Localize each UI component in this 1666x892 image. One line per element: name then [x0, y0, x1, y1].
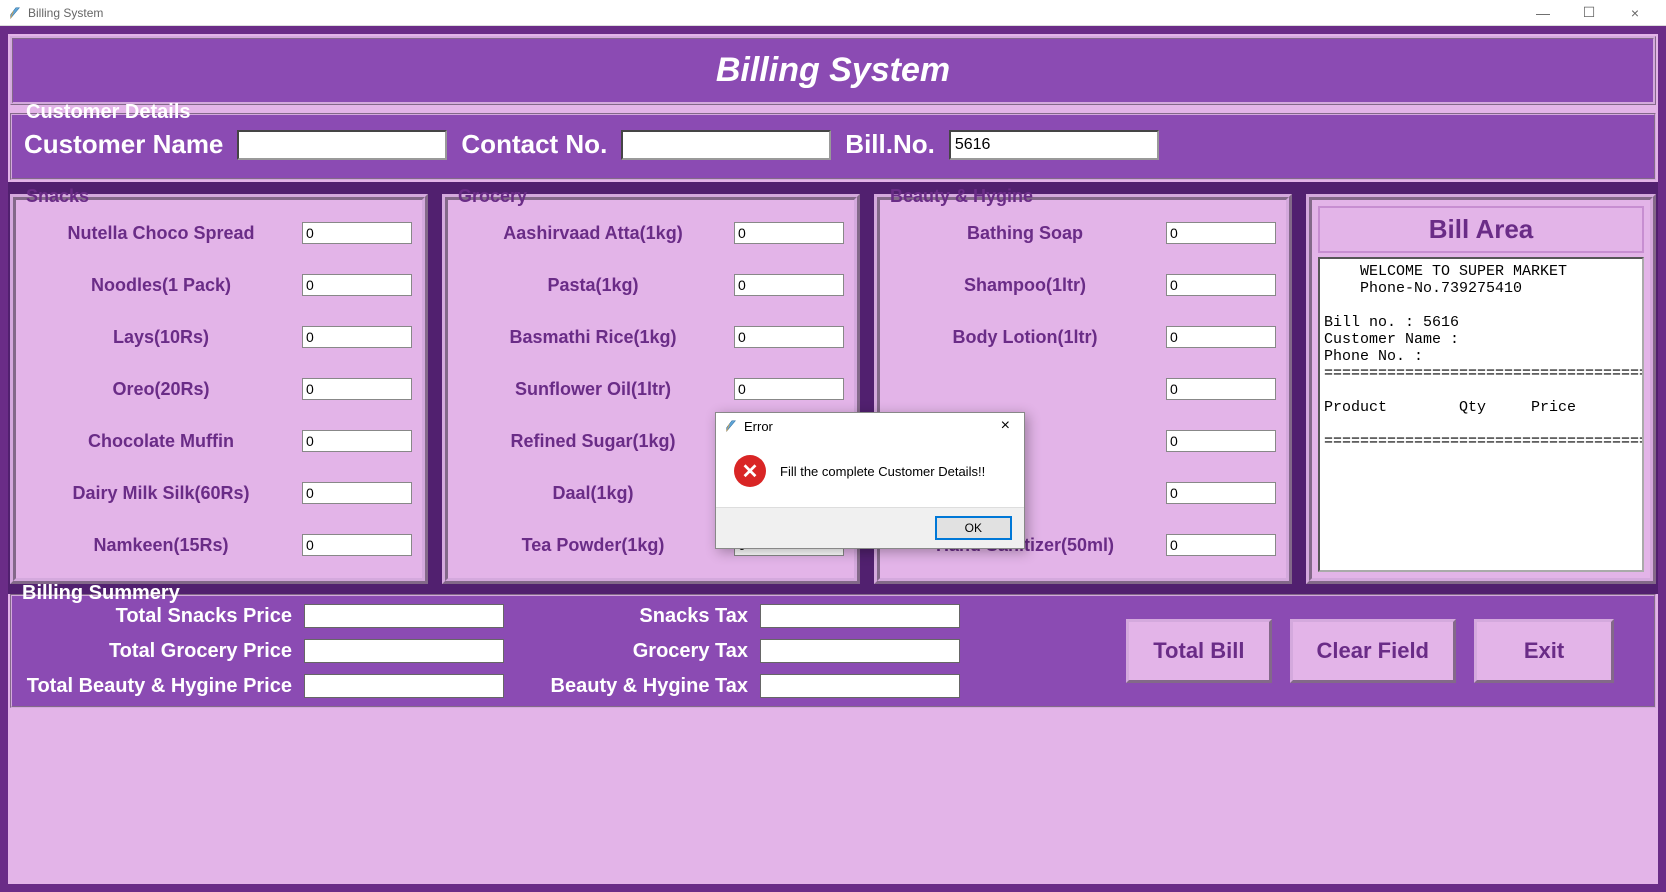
error-dialog-titlebar: Error ×	[716, 413, 1024, 439]
grocery-legend: Grocery	[458, 186, 527, 207]
snacks-tax-label: Snacks Tax	[528, 605, 748, 628]
bill-area-title: Bill Area	[1318, 206, 1644, 253]
snacks-item-input[interactable]	[302, 430, 412, 452]
snacks-item-label: Dairy Milk Silk(60Rs)	[26, 483, 302, 504]
grocery-item-label: Pasta(1kg)	[458, 275, 734, 296]
contact-no-label: Contact No.	[461, 129, 607, 160]
snacks-item-label: Noodles(1 Pack)	[26, 275, 302, 296]
snacks-item-input[interactable]	[302, 274, 412, 296]
bill-no-label: Bill.No.	[845, 129, 935, 160]
error-dialog: Error × ✕ Fill the complete Customer Det…	[715, 412, 1025, 549]
clear-field-button[interactable]: Clear Field	[1290, 619, 1456, 683]
snacks-item-input[interactable]	[302, 222, 412, 244]
snacks-tax-input[interactable]	[760, 604, 960, 628]
grocery-item-input[interactable]	[734, 274, 844, 296]
billing-summary-panel: Billing Summery Total Snacks Price Total…	[10, 594, 1656, 708]
snacks-item-label: Oreo(20Rs)	[26, 379, 302, 400]
maximize-button[interactable]: ☐	[1566, 0, 1612, 26]
snacks-item-label: Namkeen(15Rs)	[26, 535, 302, 556]
grocery-item-input[interactable]	[734, 222, 844, 244]
grocery-item-label: Aashirvaad Atta(1kg)	[458, 223, 734, 244]
snacks-item-input[interactable]	[302, 378, 412, 400]
header-bar: Billing System	[10, 36, 1656, 105]
snacks-item-label: Lays(10Rs)	[26, 327, 302, 348]
total-snacks-label: Total Snacks Price	[22, 605, 292, 628]
bill-area-panel: Bill Area WELCOME TO SUPER MARKET Phone-…	[1306, 194, 1656, 584]
close-window-button[interactable]: ×	[1612, 0, 1658, 26]
tk-feather-icon	[8, 6, 22, 20]
snacks-item-label: Chocolate Muffin	[26, 431, 302, 452]
total-beauty-input[interactable]	[304, 674, 504, 698]
window-title: Billing System	[28, 6, 103, 20]
grocery-item-input[interactable]	[734, 378, 844, 400]
error-ok-button[interactable]: OK	[935, 516, 1012, 540]
error-dialog-title: Error	[744, 419, 773, 434]
grocery-item-label: Basmathi Rice(1kg)	[458, 327, 734, 348]
total-grocery-input[interactable]	[304, 639, 504, 663]
snacks-item-input[interactable]	[302, 326, 412, 348]
beauty-tax-input[interactable]	[760, 674, 960, 698]
billing-summary-legend: Billing Summery	[22, 582, 180, 605]
grocery-tax-input[interactable]	[760, 639, 960, 663]
beauty-item-input[interactable]	[1166, 222, 1276, 244]
tk-feather-icon	[724, 419, 738, 433]
beauty-item-label: Shampoo(1ltr)	[890, 275, 1166, 296]
exit-button[interactable]: Exit	[1474, 619, 1614, 683]
beauty-item-input[interactable]	[1166, 326, 1276, 348]
beauty-legend: Beauty & Hygine	[890, 186, 1033, 207]
grocery-item-label: Tea Powder(1kg)	[458, 535, 734, 556]
total-grocery-label: Total Grocery Price	[22, 640, 292, 663]
grocery-item-input[interactable]	[734, 326, 844, 348]
snacks-item-input[interactable]	[302, 482, 412, 504]
snacks-panel: Snacks Nutella Choco Spread Noodles(1 Pa…	[10, 194, 428, 584]
page-title: Billing System	[25, 51, 1641, 90]
error-icon: ✕	[734, 455, 766, 487]
grocery-tax-label: Grocery Tax	[528, 640, 748, 663]
grocery-item-label: Daal(1kg)	[458, 483, 734, 504]
beauty-item-input[interactable]	[1166, 482, 1276, 504]
beauty-item-label: Body Lotion(1ltr)	[890, 327, 1166, 348]
beauty-item-input[interactable]	[1166, 274, 1276, 296]
beauty-item-label: Bathing Soap	[890, 223, 1166, 244]
grocery-item-label: Refined Sugar(1kg)	[458, 431, 734, 452]
beauty-item-input[interactable]	[1166, 534, 1276, 556]
minimize-button[interactable]: —	[1520, 0, 1566, 26]
total-beauty-label: Total Beauty & Hygine Price	[22, 675, 292, 698]
total-snacks-input[interactable]	[304, 604, 504, 628]
contact-no-input[interactable]	[621, 130, 831, 160]
customer-details-legend: Customer Details	[22, 101, 195, 124]
error-message-text: Fill the complete Customer Details!!	[780, 464, 985, 479]
grocery-item-label: Sunflower Oil(1ltr)	[458, 379, 734, 400]
error-dialog-close-button[interactable]: ×	[995, 417, 1016, 435]
bill-text-area[interactable]: WELCOME TO SUPER MARKET Phone-No.7392754…	[1318, 257, 1644, 572]
beauty-item-input[interactable]	[1166, 378, 1276, 400]
customer-name-label: Customer Name	[24, 129, 223, 160]
snacks-legend: Snacks	[26, 186, 89, 207]
snacks-item-label: Nutella Choco Spread	[26, 223, 302, 244]
beauty-item-input[interactable]	[1166, 430, 1276, 452]
customer-name-input[interactable]	[237, 130, 447, 160]
total-bill-button[interactable]: Total Bill	[1126, 619, 1271, 683]
beauty-tax-label: Beauty & Hygine Tax	[528, 675, 748, 698]
bill-no-input[interactable]	[949, 130, 1159, 160]
snacks-item-input[interactable]	[302, 534, 412, 556]
customer-details-panel: Customer Details Customer Name Contact N…	[10, 113, 1656, 180]
window-titlebar: Billing System — ☐ ×	[0, 0, 1666, 26]
